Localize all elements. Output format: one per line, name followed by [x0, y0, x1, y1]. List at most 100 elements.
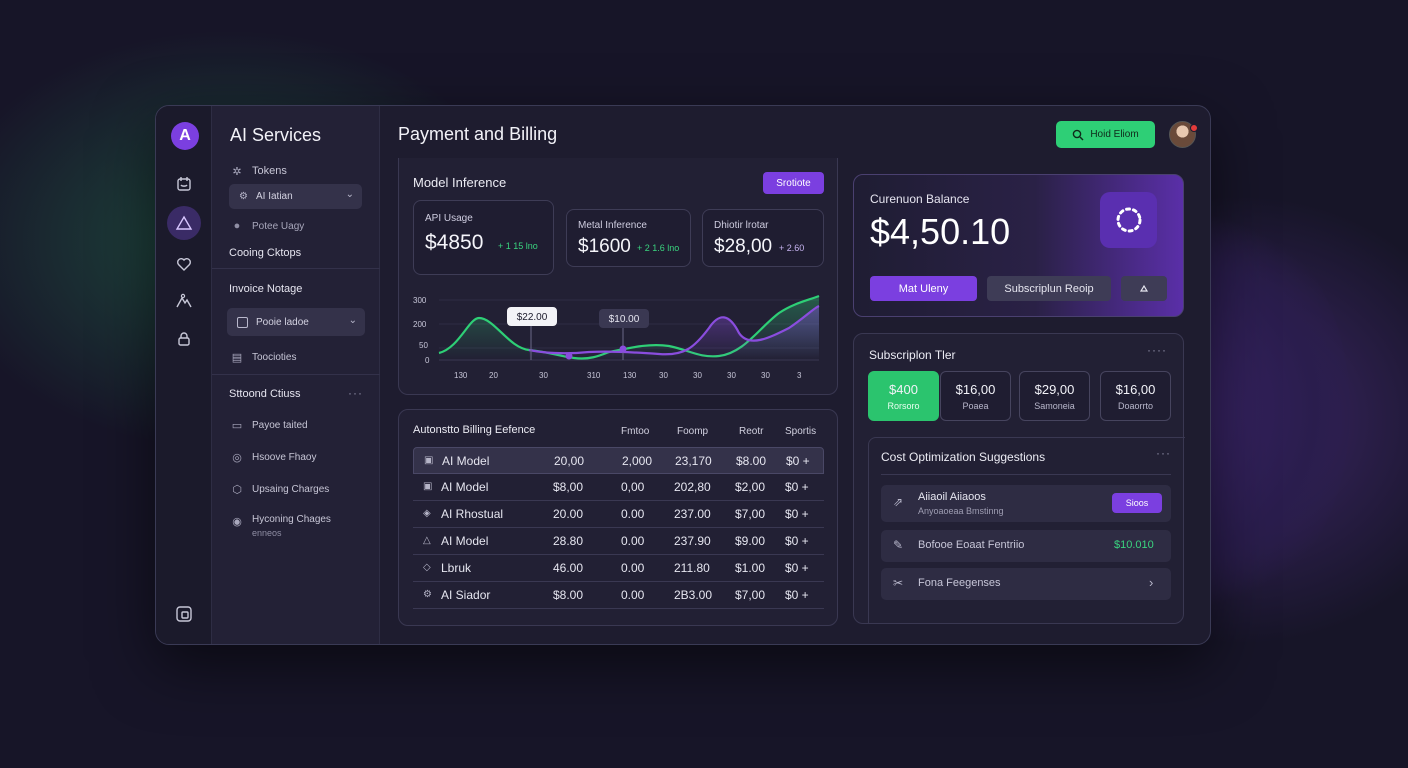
- sidebar-item-label: Toocioties: [252, 351, 297, 363]
- section-heading: Sttoond Ctiuss ···: [229, 386, 363, 400]
- x-tick: 30: [761, 371, 770, 380]
- suggestion-item[interactable]: ✂ Fona Feegenses ›: [881, 568, 1171, 600]
- subscription-button[interactable]: Subscriplun Reoip: [987, 276, 1111, 301]
- cell: $0 +: [785, 480, 809, 494]
- invoice-select[interactable]: Pooie ladoe ⌄: [227, 308, 365, 336]
- suggestions-title: Cost Optimization Suggestions: [881, 450, 1046, 464]
- divider: [881, 474, 1171, 475]
- stat-value: $1600: [578, 236, 631, 257]
- suggestion-item[interactable]: ✎ Bofooe Eoaat Fentriio $10.010: [881, 530, 1171, 562]
- sidebar-item-label: Payoe taited: [252, 419, 308, 431]
- cell: $0 +: [785, 561, 809, 575]
- calendar-icon[interactable]: [170, 170, 198, 198]
- cell: $8.00: [553, 588, 584, 602]
- tooltip-value: $10.00: [609, 314, 640, 325]
- stat-api-usage: API Usage $4850 + 1 15 lno: [413, 200, 554, 275]
- table-title: Autonstto Billing Eefence: [413, 424, 536, 436]
- app-logo[interactable]: A: [171, 122, 199, 150]
- column-header[interactable]: Sportis: [785, 426, 816, 437]
- tier-option[interactable]: $29,00 Samoneia: [1019, 371, 1090, 421]
- cell: $0 +: [786, 454, 810, 468]
- sidebar-model-select[interactable]: ⚙ AI Iatian ⌄: [229, 184, 362, 209]
- sidebar-item-recurring[interactable]: ◉ Hyconing Chages enneos: [230, 514, 331, 538]
- icon-rail: A: [156, 106, 212, 644]
- card-title: Subscriplon Tler: [869, 348, 956, 362]
- cell: 0.00: [621, 561, 645, 575]
- sidebar-item-payments[interactable]: ▭ Payoe taited: [230, 418, 308, 432]
- cell: 2B3.00: [674, 588, 713, 602]
- balance-card: Curenuon Balance $4,50.10 Mat Uleny Subs…: [853, 174, 1184, 317]
- sidebar-item-label: Hsoove Fhaoy: [252, 451, 317, 463]
- tier-option[interactable]: $16,00 Doaorrto: [1100, 371, 1171, 421]
- sidebar-section-heading[interactable]: Cooing Cktops: [229, 247, 301, 259]
- tier-option[interactable]: $400 Rorsoro: [868, 371, 939, 421]
- search-icon: [1073, 129, 1084, 140]
- row-icon: ▣: [423, 481, 433, 492]
- up-arrow-icon[interactable]: [1121, 276, 1167, 301]
- data-point[interactable]: [619, 345, 627, 353]
- chevron-down-icon: ⌄: [348, 315, 357, 326]
- table-row[interactable]: ◈ AI Rhostual 20.00 0.00 237.00 $7,00 $0…: [413, 501, 824, 528]
- more-icon[interactable]: ···: [1156, 446, 1171, 460]
- column-header[interactable]: Fmtoo: [621, 426, 649, 437]
- cell: 237.90: [674, 534, 711, 548]
- sidebar-item-upcoming[interactable]: ⬡ Upsaing Charges: [230, 482, 329, 496]
- table-row[interactable]: △ AI Model 28.80 0.00 237.90 $9.00 $0 +: [413, 528, 824, 555]
- sidebar: AI Services ✲ Tokens ⚙ AI Iatian ⌄ ● Pot…: [212, 106, 380, 644]
- tier-option[interactable]: $16,00 Poaea: [940, 371, 1011, 421]
- table-row[interactable]: ⚙ AI Siador $8.00 0.00 2B3.00 $7,00 $0 +: [413, 582, 824, 609]
- sidebar-item-usage[interactable]: ● Potee Uagy: [230, 219, 305, 233]
- suggestion-action-button[interactable]: Sioos: [1112, 493, 1162, 513]
- cell: $9.00: [735, 534, 766, 548]
- people-icon[interactable]: [170, 287, 198, 315]
- sidebar-item-invoices[interactable]: ▤ Toocioties: [230, 350, 297, 364]
- table-row[interactable]: ▣ AI Model $8,00 0,00 202,80 $2,00 $0 +: [413, 474, 824, 501]
- loading-ring-icon: [1116, 207, 1141, 233]
- lock-icon[interactable]: [170, 325, 198, 353]
- column-header[interactable]: Reotr: [739, 426, 763, 437]
- cell: $7,00: [735, 507, 766, 521]
- sidebar-item-label: Hyconing Chages: [252, 514, 331, 525]
- x-tick: 30: [693, 371, 702, 380]
- globe-icon: ◎: [232, 451, 242, 464]
- heart-icon[interactable]: [170, 250, 198, 278]
- tier-price: $16,00: [955, 382, 996, 397]
- cell: 0,00: [621, 480, 645, 494]
- suggestion-item[interactable]: ⇗ Aiiaoil Aiiaoos Anyoaoeaa Bmstinng Sio…: [881, 485, 1171, 522]
- y-tick: 200: [413, 320, 427, 329]
- cell: $8,00: [553, 480, 584, 494]
- sidebar-item-sublabel: enneos: [252, 528, 282, 538]
- sidebar-item-tokens[interactable]: ✲ Tokens: [230, 164, 286, 178]
- sidebar-item-history[interactable]: ◎ Hsoove Fhaoy: [230, 450, 316, 464]
- triangle-icon[interactable]: [167, 206, 201, 240]
- header-action-button[interactable]: Hoid Eliom: [1056, 121, 1155, 148]
- stat-label: Metal Inference: [578, 220, 647, 231]
- row-icon: ◇: [423, 562, 431, 573]
- export-icon[interactable]: [170, 600, 198, 628]
- cell: AI Model: [441, 534, 489, 548]
- sidebar-item-label: Upsaing Charges: [252, 483, 330, 495]
- cell: AI Siador: [441, 588, 491, 602]
- balance-primary-button[interactable]: Mat Uleny: [870, 276, 977, 301]
- tier-price: $16,00: [1115, 382, 1156, 397]
- balance-label: Curenuon Balance: [870, 192, 970, 206]
- x-tick: 20: [489, 371, 498, 380]
- dot-icon: ●: [233, 220, 241, 232]
- card-icon: ▭: [231, 419, 243, 432]
- row-icon: ◈: [423, 508, 431, 519]
- more-icon[interactable]: ···: [348, 386, 363, 400]
- suggestion-subtitle: Anyoaoeaa Bmstinng: [918, 506, 1004, 516]
- chart-icon: ⇗: [893, 495, 904, 509]
- column-header[interactable]: Foomp: [677, 426, 708, 437]
- cell: 0.00: [621, 588, 645, 602]
- cell: 0.00: [621, 507, 645, 521]
- inference-action-button[interactable]: Srotiote: [763, 172, 824, 194]
- card-title: Model Inference: [413, 175, 507, 190]
- suggestion-title: Fona Feegenses: [918, 577, 1001, 589]
- chevron-down-icon: ⌄: [345, 189, 354, 200]
- table-row[interactable]: ◇ Lbruk 46.00 0.00 211.80 $1.00 $0 +: [413, 555, 824, 582]
- data-point[interactable]: [565, 352, 573, 360]
- cube-icon: ⬡: [232, 483, 242, 496]
- table-row[interactable]: ▣ AI Model 20,00 2,000 23,170 $8.00 $0 +: [413, 447, 824, 474]
- more-icon[interactable]: ····: [1147, 343, 1167, 357]
